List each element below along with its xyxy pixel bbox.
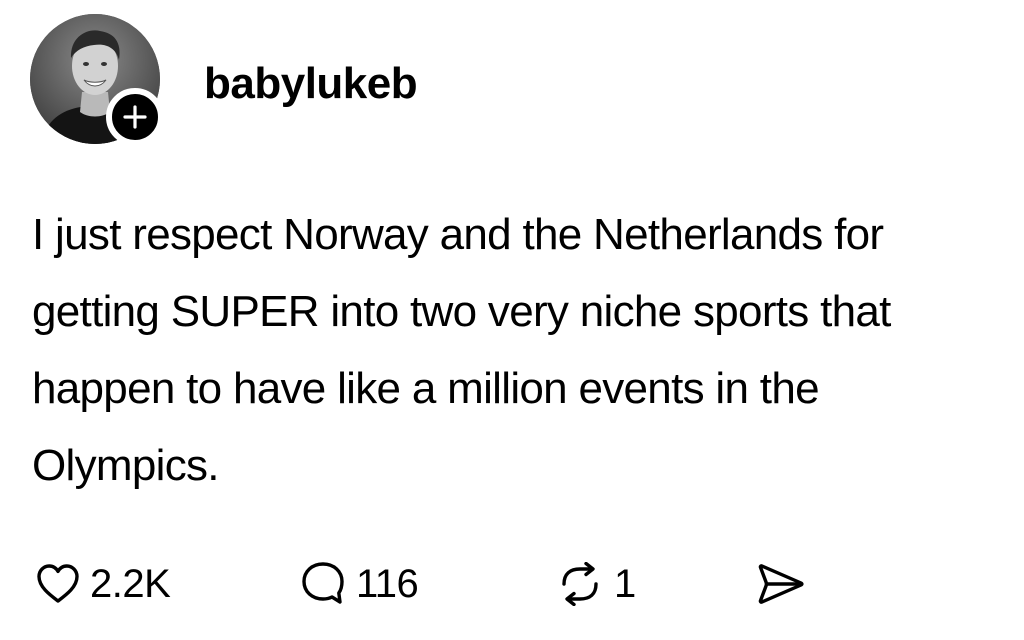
reply-count: 116 [356,562,419,606]
repost-count: 1 [614,562,636,606]
thread-post: babylukeb I just respect Norway and the … [0,0,1024,640]
repost-arrows-icon [562,562,598,606]
like-button[interactable]: 2.2K [36,556,171,612]
plus-icon [123,105,147,129]
username[interactable]: babylukeb [204,58,418,110]
paper-plane-icon [758,564,804,604]
reply-button[interactable]: 116 [300,556,419,612]
follow-button[interactable] [106,88,164,146]
post-text: I just respect Norway and the Netherland… [32,210,891,490]
action-bar: 2.2K 116 1 [32,556,932,612]
avatar-container [30,14,164,146]
like-count: 2.2K [90,562,171,606]
share-button[interactable] [756,556,806,612]
repost-button[interactable]: 1 [556,556,636,612]
speech-bubble-icon [302,562,344,604]
heart-icon [37,564,79,603]
